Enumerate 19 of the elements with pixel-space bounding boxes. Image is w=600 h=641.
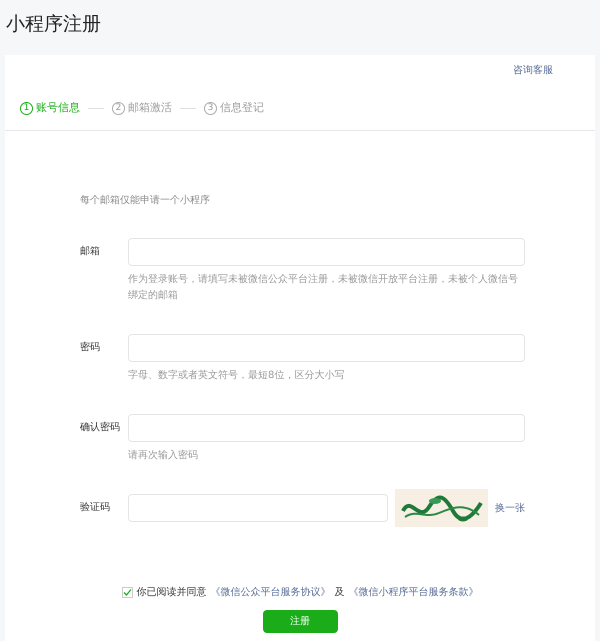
- step-tab[interactable]: 1 账号信息: [20, 100, 80, 116]
- field-label: 邮箱: [80, 244, 101, 259]
- register-button[interactable]: 注册: [262, 610, 338, 633]
- field-label: 确认密码: [80, 420, 121, 435]
- refresh-captcha-link[interactable]: 换一张: [495, 500, 525, 516]
- joiner-text: 及: [334, 586, 344, 600]
- field-label: 验证码: [80, 501, 111, 515]
- field-hint: 字母、数字或者英文符号，最短8位，区分大小写: [128, 368, 346, 383]
- agreement-text: 你已阅读并同意: [136, 586, 206, 600]
- step-tab[interactable]: 2 邮箱激活: [112, 100, 172, 116]
- field-label: 密码: [80, 340, 101, 355]
- field-hint: 作为登录账号，请填写未被微信公众平台注册，未被微信开放平台注册，未被个人微信号绑定的邮箱: [128, 272, 519, 303]
- agreement-link[interactable]: 《微信公众平台服务协议》: [210, 585, 330, 600]
- support-link[interactable]: 咨询客服: [513, 63, 553, 78]
- step-tab[interactable]: 3 信息登记: [204, 100, 264, 116]
- field-hint: 请再次输入密码: [128, 448, 199, 463]
- intro-text: 每个邮箱仅能申请一个小程序: [80, 194, 211, 208]
- page-title: 小程序注册: [5, 12, 102, 37]
- agreement-link[interactable]: 《微信小程序平台服务条款》: [348, 585, 478, 600]
